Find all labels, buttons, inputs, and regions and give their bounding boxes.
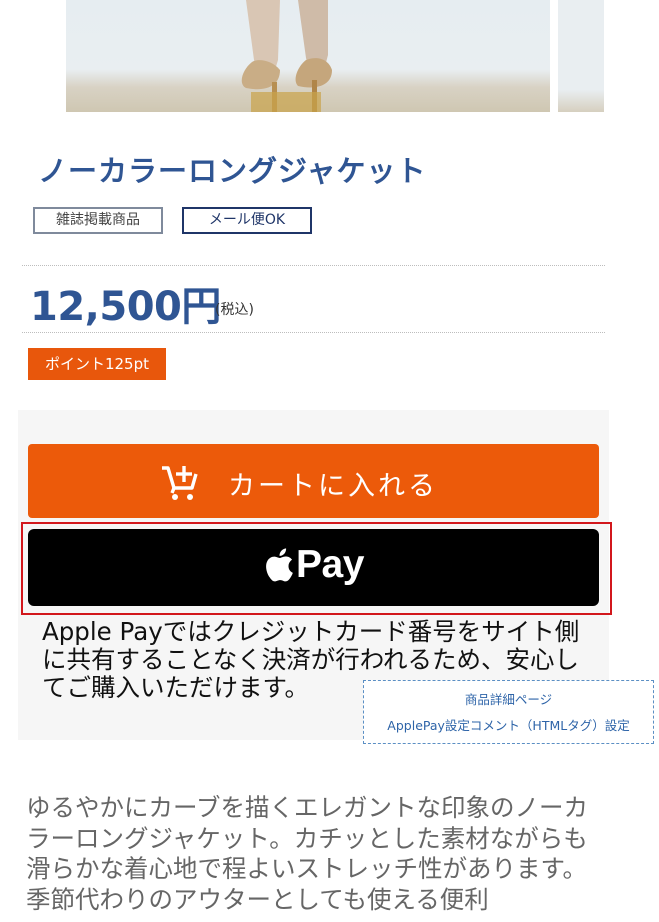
divider — [22, 332, 605, 333]
admin-edit-box[interactable]: 商品詳細ページ ApplePay設定コメント（HTMLタグ）設定 — [363, 680, 654, 744]
product-image-next[interactable] — [558, 0, 604, 112]
product-price: 12,500円 — [30, 284, 221, 330]
price-tax-label: (税込) — [215, 302, 254, 318]
product-image[interactable] — [66, 0, 550, 112]
tag-mail-ok: メール便OK — [182, 207, 312, 234]
points-badge: ポイント125pt — [28, 348, 166, 380]
apple-pay-button[interactable]: Pay — [28, 529, 599, 606]
divider — [22, 265, 605, 266]
apple-pay-label: Pay — [296, 543, 364, 586]
product-description: ゆるやかにカーブを描くエレガントな印象のノーカラーロングジャケット。カチッとした… — [26, 793, 589, 914]
add-to-cart-button[interactable]: カートに入れる — [28, 444, 599, 518]
product-photo-heels — [241, 0, 332, 112]
product-title: ノーカラーロングジャケット — [38, 154, 427, 188]
tag-magazine: 雑誌掲載商品 — [33, 207, 163, 234]
admin-link-setting[interactable]: ApplePay設定コメント（HTMLタグ）設定 — [364, 715, 653, 734]
apple-logo-icon — [266, 548, 293, 582]
add-to-cart-label: カートに入れる — [228, 471, 438, 502]
admin-link-page[interactable]: 商品詳細ページ — [364, 689, 653, 708]
cart-plus-icon — [162, 466, 198, 500]
